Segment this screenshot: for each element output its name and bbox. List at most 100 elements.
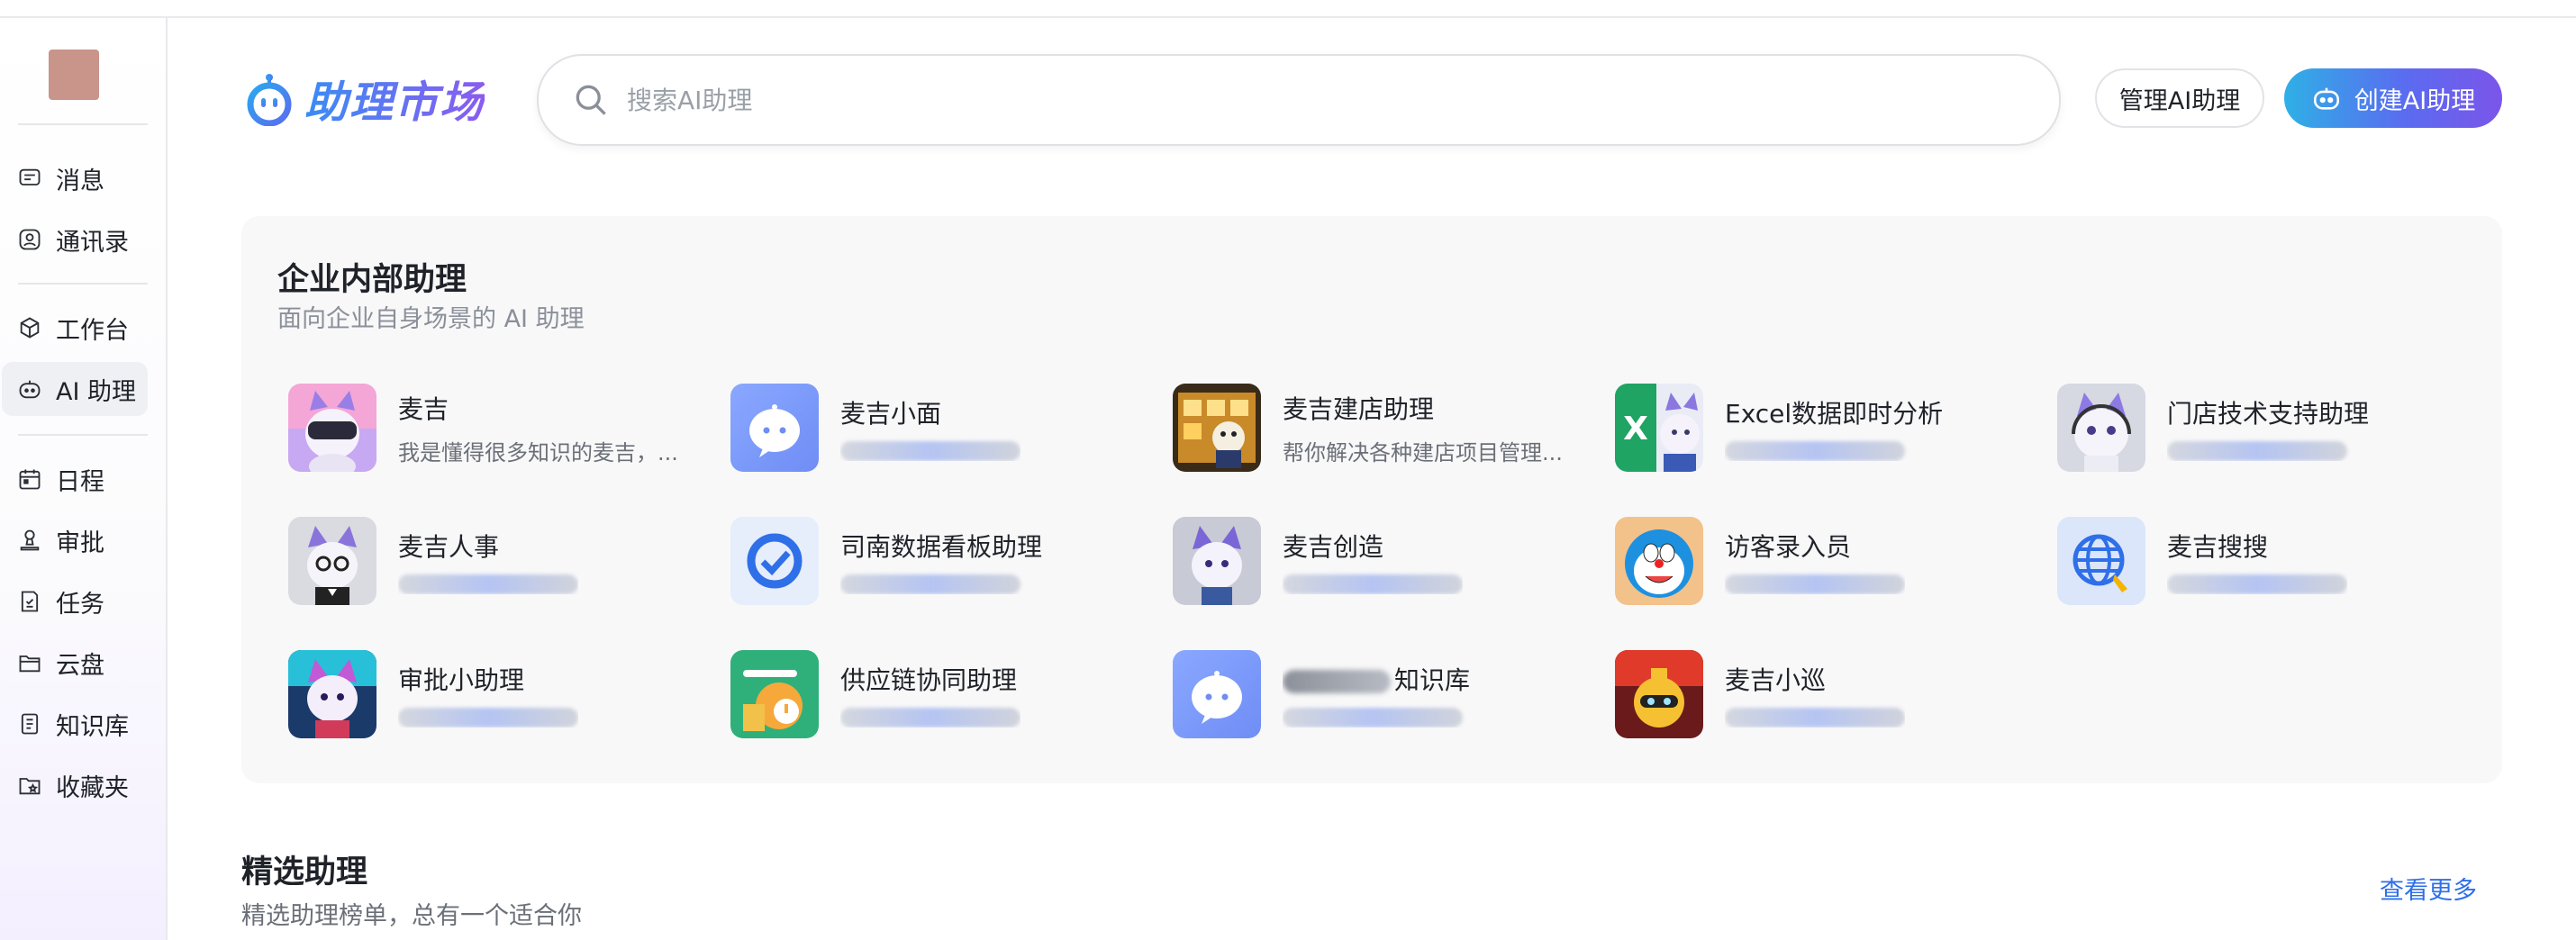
assistant-card[interactable]: 司南数据看板助理: [730, 511, 1163, 610]
sidebar-item-label: 任务: [56, 590, 104, 619]
assistant-name-text: 知识库: [1394, 665, 1471, 695]
redacted-desc: [1725, 441, 1905, 461]
sidebar-item-label: 日程: [56, 467, 104, 496]
approval-icon: [16, 527, 43, 554]
bot-logo-icon: [247, 74, 292, 126]
window-top-strip: [0, 0, 2576, 18]
assistant-name: 麦吉小巡: [1725, 665, 1827, 695]
bot-icon: [2313, 87, 2339, 110]
svg-text:X: X: [1623, 411, 1648, 447]
task-icon: [16, 588, 43, 615]
favorites-icon: [16, 772, 43, 799]
assistant-card[interactable]: 麦吉搜搜: [2057, 511, 2490, 610]
redacted-name: [1283, 670, 1391, 693]
assistant-card[interactable]: 门店技术支持助理: [2057, 378, 2490, 477]
redacted-desc: [1283, 708, 1463, 728]
assistant-card[interactable]: 麦吉人事: [288, 511, 721, 610]
search-icon: [576, 85, 606, 115]
manage-assistant-button[interactable]: 管理AI助理: [2095, 68, 2264, 128]
featured-subtitle: 精选助理榜单，总有一个适合你: [241, 902, 582, 930]
create-assistant-label: 创建AI助理: [2354, 86, 2476, 115]
sidebar-item-label: 工作台: [56, 316, 129, 345]
workspace-icon: [16, 314, 43, 341]
assistant-card[interactable]: 知识库: [1173, 645, 1605, 744]
assistant-card[interactable]: 麦吉 我是懂得很多知识的麦吉，...: [288, 378, 721, 477]
contacts-icon: [16, 226, 43, 253]
user-avatar[interactable]: [49, 50, 99, 100]
assistant-card[interactable]: 麦吉小巡: [1615, 645, 2047, 744]
search-input[interactable]: [625, 84, 1980, 116]
redacted-desc: [2167, 441, 2347, 461]
excel-fox-avatar: X: [1615, 384, 1703, 472]
search-bar[interactable]: [537, 54, 2061, 146]
folder-icon: [16, 649, 43, 676]
page-title: 助理市场: [304, 67, 485, 130]
message-icon: [16, 165, 43, 192]
assistant-name: Excel数据即时分析: [1725, 399, 1944, 429]
redacted-desc: [398, 574, 578, 594]
section-title: 企业内部助理: [277, 262, 467, 298]
store-building-avatar: [1173, 384, 1261, 472]
assistant-name: 供应链协同助理: [840, 665, 1018, 695]
sidebar-item-label: AI 助理: [56, 377, 137, 406]
assistant-name: 麦吉创造: [1283, 532, 1384, 562]
bot-avatar: [1173, 650, 1261, 738]
assistant-name: 麦吉建店助理: [1283, 393, 1435, 424]
sidebar-item-messages[interactable]: 消息: [2, 151, 148, 205]
redacted-desc: [840, 441, 1020, 461]
assistant-desc: 我是懂得很多知识的麦吉，...: [398, 439, 678, 465]
assistant-name: 访客录入员: [1725, 532, 1852, 562]
fox-headset-avatar: [2057, 384, 2145, 472]
assistant-card[interactable]: 审批小助理: [288, 645, 721, 744]
assistant-card[interactable]: 麦吉小面: [730, 378, 1163, 477]
sidebar-item-ai-assistant[interactable]: AI 助理: [2, 362, 148, 416]
assistant-market-logo: 助理市场: [241, 67, 485, 130]
featured-title: 精选助理: [241, 854, 368, 890]
sidebar-item-label: 消息: [56, 167, 104, 195]
assistant-card[interactable]: 麦吉建店助理 帮你解决各种建店项目管理...: [1173, 378, 1605, 477]
book-icon: [16, 710, 43, 737]
fox-vr-avatar: [288, 384, 376, 472]
ai-bot-icon: [16, 375, 43, 402]
assistant-name: 麦吉小面: [840, 399, 942, 429]
sidebar-item-knowledge-base[interactable]: 知识库: [2, 697, 148, 751]
assistant-name: 审批小助理: [398, 665, 525, 695]
redacted-desc: [1725, 574, 1905, 594]
redacted-desc: [840, 574, 1020, 594]
sidebar-item-calendar[interactable]: 日程: [2, 452, 148, 506]
sidebar: 消息 通讯录 工作台 AI 助理 日程 审批 任务 云盘 知识库 收藏夹: [0, 18, 168, 940]
robot-cat-avatar: [1615, 517, 1703, 605]
sidebar-divider: [18, 283, 148, 285]
assistant-name: 知识库: [1283, 661, 1470, 697]
create-assistant-button[interactable]: 创建AI助理: [2284, 68, 2502, 128]
assistant-name: 麦吉搜搜: [2167, 532, 2269, 562]
redacted-desc: [2167, 574, 2347, 594]
sidebar-item-cloud-drive[interactable]: 云盘: [2, 636, 148, 690]
redacted-desc: [1283, 574, 1463, 594]
sidebar-item-label: 收藏夹: [56, 773, 129, 802]
internal-assistants-panel: 企业内部助理 面向企业自身场景的 AI 助理 麦吉 我是懂得很多知识的麦吉，..…: [241, 216, 2502, 783]
sidebar-item-label: 审批: [56, 529, 104, 557]
assistant-card[interactable]: 访客录入员: [1615, 511, 2047, 610]
assistant-name: 麦吉: [398, 393, 449, 424]
patrol-bot-avatar: [1615, 650, 1703, 738]
sidebar-item-approval[interactable]: 审批: [2, 513, 148, 567]
fox-creator-avatar: [1173, 517, 1261, 605]
sidebar-item-workspace[interactable]: 工作台: [2, 301, 148, 355]
sidebar-item-contacts[interactable]: 通讯录: [2, 212, 148, 267]
section-subtitle: 面向企业自身场景的 AI 助理: [277, 305, 585, 333]
redacted-desc: [398, 708, 578, 728]
sidebar-item-label: 知识库: [56, 712, 129, 741]
calendar-icon: [16, 465, 43, 493]
sidebar-item-label: 云盘: [56, 651, 104, 680]
see-more-link[interactable]: 查看更多: [2380, 871, 2477, 906]
assistant-card[interactable]: X Excel数据即时分析: [1615, 378, 2047, 477]
sidebar-item-tasks[interactable]: 任务: [2, 574, 148, 628]
compass-dashboard-avatar: [730, 517, 819, 605]
assistant-card[interactable]: 麦吉创造: [1173, 511, 1605, 610]
fox-glasses-avatar: [288, 517, 376, 605]
sidebar-divider: [18, 434, 148, 436]
sidebar-item-favorites[interactable]: 收藏夹: [2, 758, 148, 812]
assistant-card[interactable]: 供应链协同助理: [730, 645, 1163, 744]
bot-avatar: [730, 384, 819, 472]
